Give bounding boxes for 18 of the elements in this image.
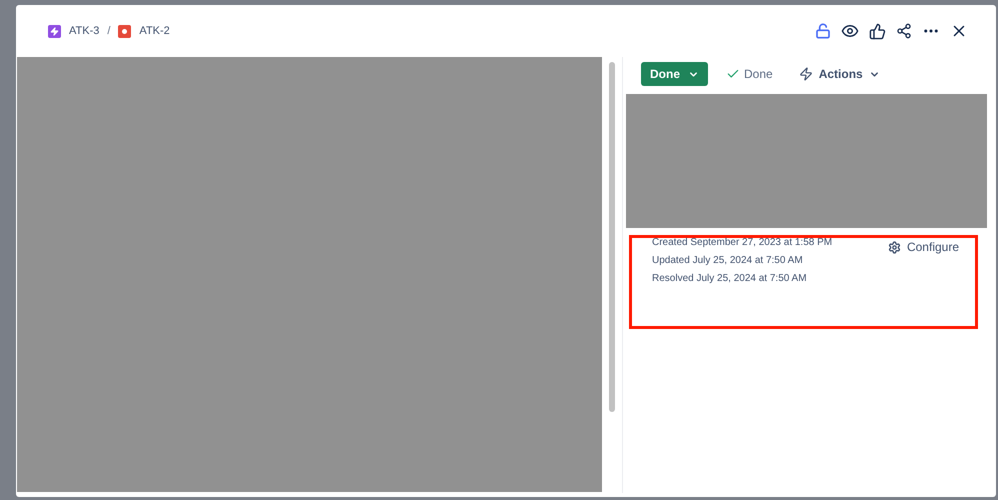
lock-icon[interactable] (815, 23, 831, 39)
breadcrumb-link[interactable]: ATK-3 (69, 22, 100, 40)
thumbs-up-icon[interactable] (869, 22, 886, 40)
scrollbar-thumb[interactable] (609, 62, 615, 412)
share-icon[interactable] (896, 23, 912, 39)
status-button[interactable]: Done (641, 62, 708, 86)
actions-button[interactable]: Actions (798, 65, 880, 83)
lightning-icon (798, 67, 813, 81)
lightning-icon (48, 24, 61, 38)
breadcrumb-separator: / (107, 24, 110, 39)
date-text: Created September 27, 2023 at 1:58 PM (652, 236, 832, 250)
breadcrumb-link[interactable]: ATK-2 (139, 22, 170, 40)
configure-button[interactable]: Configure (888, 238, 959, 256)
resolution-text: Done (744, 66, 773, 83)
eye-icon[interactable] (841, 22, 859, 40)
date-text: Resolved July 25, 2024 at 7:50 AM (652, 272, 808, 286)
gear-icon (888, 240, 901, 254)
date-text: Updated July 25, 2024 at 7:50 AM (652, 254, 804, 268)
